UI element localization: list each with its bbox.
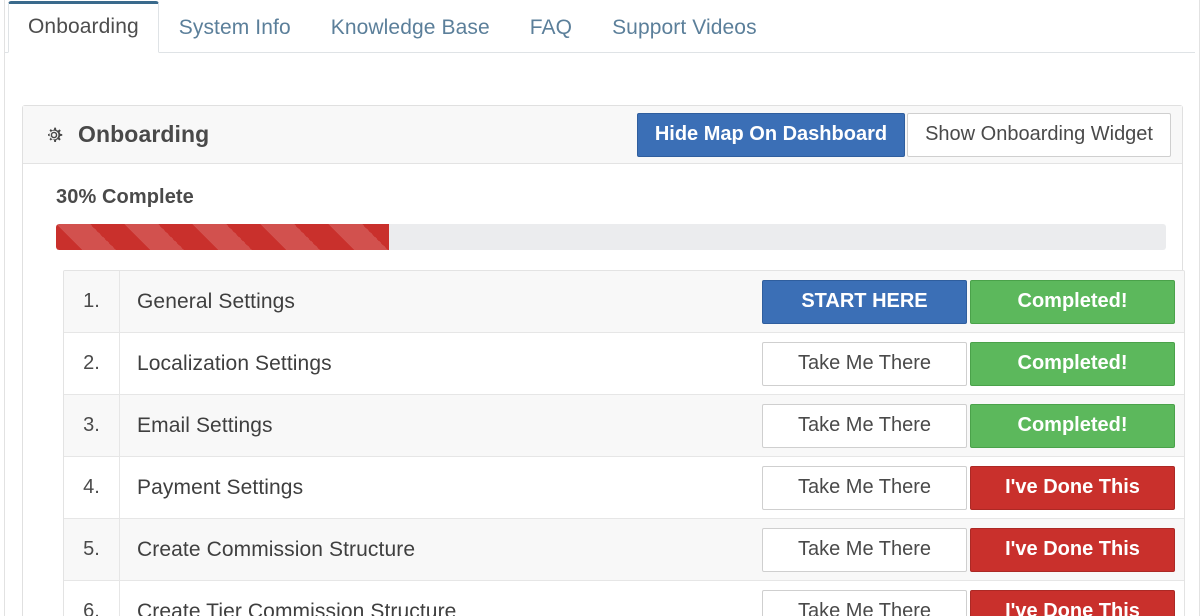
table-row: 1. General Settings START HERE Completed! [64, 271, 1184, 333]
row-actions: Take Me There Completed! [762, 403, 1184, 448]
row-actions: Take Me There I've Done This [762, 589, 1184, 616]
completed-button[interactable]: Completed! [970, 341, 1175, 386]
take-me-there-button[interactable]: Take Me There [762, 403, 967, 448]
table-row: 6. Create Tier Commission Structure Take M… [64, 581, 1184, 616]
table-row: 5. Create Commission Structure Take Me The… [64, 519, 1184, 581]
panel-header: Onboarding Hide Map On Dashboard Show On… [23, 106, 1182, 164]
panel-header-actions: Hide Map On Dashboard Show Onboarding Wi… [636, 112, 1171, 157]
ive-done-this-button[interactable]: I've Done This [970, 589, 1175, 616]
row-number: 5. [64, 519, 120, 580]
table-row: 4. Payment Settings Take Me There I've Done… [64, 457, 1184, 519]
tab-label: Support Videos [612, 16, 757, 39]
start-here-button[interactable]: START HERE [762, 279, 967, 324]
tab-knowledge-base[interactable]: Knowledge Base [311, 2, 510, 53]
row-number: 6. [64, 581, 120, 616]
hide-map-on-dashboard-button[interactable]: Hide Map On Dashboard [636, 112, 906, 157]
tab-label: System Info [178, 16, 291, 39]
row-task-title: Localization Settings [137, 351, 332, 375]
progress-bar-fill [56, 224, 389, 250]
tab-onboarding[interactable]: Onboarding [8, 1, 159, 53]
take-me-there-button[interactable]: Take Me There [762, 589, 967, 616]
panel-title-label: Onboarding [78, 121, 210, 147]
row-number: 2. [64, 333, 120, 394]
tab-system-info[interactable]: System Info [159, 2, 311, 53]
progress-bar-track [56, 224, 1166, 250]
row-task-title: General Settings [137, 289, 296, 313]
row-task-title: Payment Settings [137, 475, 304, 499]
onboarding-task-table: 1. General Settings START HERE Completed! 2.… [63, 270, 1185, 616]
progress-label: 30% Complete [56, 186, 194, 208]
row-number: 4. [64, 457, 120, 518]
row-task-title: Create Commission Structure [137, 537, 416, 561]
take-me-there-button[interactable]: Take Me There [762, 465, 967, 510]
tab-label: Onboarding [28, 15, 139, 38]
ive-done-this-button[interactable]: I've Done This [970, 465, 1175, 510]
onboarding-page: Onboarding System Info Knowledge Base FA… [0, 0, 1200, 616]
take-me-there-button[interactable]: Take Me There [762, 341, 967, 386]
tab-support-videos[interactable]: Support Videos [592, 2, 777, 53]
onboarding-panel: Onboarding Hide Map On Dashboard Show On… [22, 105, 1185, 616]
panel-body: 30% Complete 1. General Settings START HER… [23, 164, 1185, 616]
row-number: 1. [64, 271, 120, 332]
table-row: 2. Localization Settings Take Me There Comp… [64, 333, 1184, 395]
show-onboarding-widget-button[interactable]: Show Onboarding Widget [907, 112, 1171, 157]
tab-label: FAQ [529, 16, 573, 39]
gear-icon [43, 124, 65, 146]
completed-button[interactable]: Completed! [970, 403, 1175, 448]
row-task-title: Email Settings [137, 413, 273, 437]
tab-label: Knowledge Base [330, 16, 490, 39]
tab-bar: Onboarding System Info Knowledge Base FA… [5, 0, 1195, 53]
ive-done-this-button[interactable]: I've Done This [970, 527, 1175, 572]
row-number: 3. [64, 395, 120, 456]
row-task-title: Create Tier Commission Structure [137, 599, 457, 616]
row-actions: START HERE Completed! [762, 279, 1184, 324]
table-row: 3. Email Settings Take Me There Completed! [64, 395, 1184, 457]
row-actions: Take Me There Completed! [762, 341, 1184, 386]
take-me-there-button[interactable]: Take Me There [762, 527, 967, 572]
completed-button[interactable]: Completed! [970, 279, 1175, 324]
row-actions: Take Me There I've Done This [762, 465, 1184, 510]
row-actions: Take Me There I've Done This [762, 527, 1184, 572]
panel-title: Onboarding [43, 121, 209, 148]
tab-faq[interactable]: FAQ [510, 2, 592, 53]
